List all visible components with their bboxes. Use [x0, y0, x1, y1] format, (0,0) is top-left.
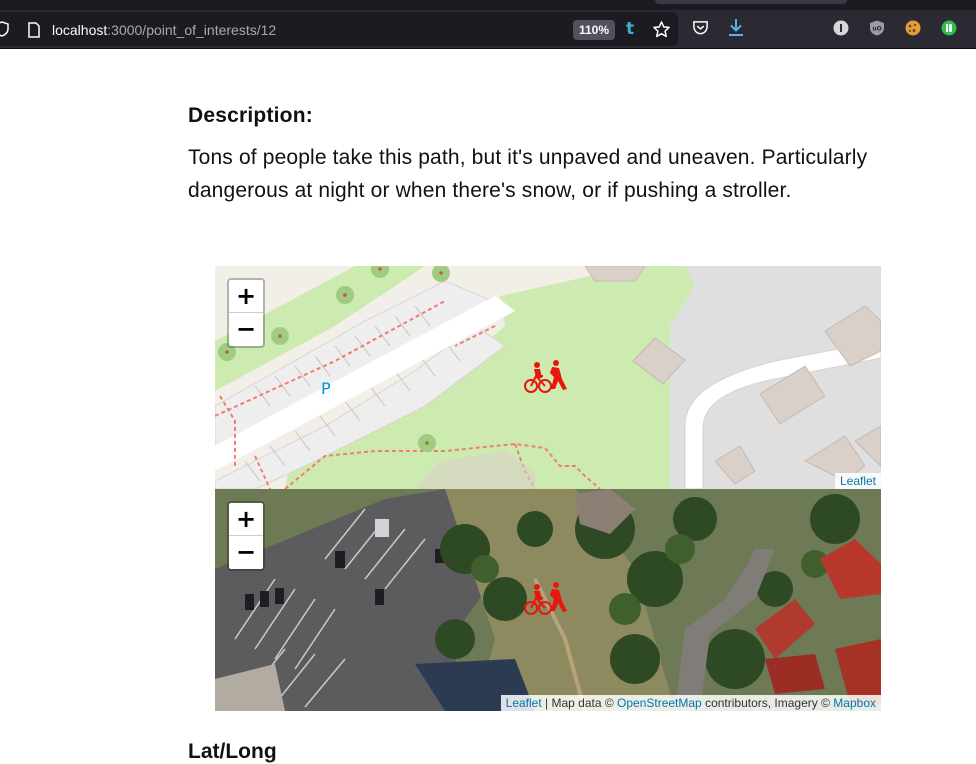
satellite-zoom-out-button[interactable]: −	[229, 536, 263, 568]
bookmark-star-icon[interactable]	[652, 20, 671, 39]
street-zoom-out-button[interactable]: −	[229, 313, 263, 345]
street-attribution: Leaflet	[834, 473, 881, 489]
url-text[interactable]: localhost:3000/point_of_interests/12	[52, 22, 276, 38]
zoom-level-badge[interactable]: 110%	[573, 20, 616, 40]
openstreetmap-link[interactable]: OpenStreetMap	[617, 696, 702, 710]
attribution-text-1: | Map data ©	[541, 696, 618, 710]
url-path: :3000/point_of_interests/12	[107, 22, 277, 38]
browser-toolbar: localhost:3000/point_of_interests/12 110…	[0, 10, 976, 49]
bicycle-pedestrian-icon[interactable]	[523, 581, 571, 617]
description-text: Tons of people take this path, but it's …	[188, 146, 868, 202]
satellite-attribution: Leaflet | Map data © OpenStreetMap contr…	[500, 695, 881, 711]
svg-text:uO: uO	[872, 26, 881, 33]
bicycle-pedestrian-icon[interactable]	[523, 359, 571, 395]
satellite-leaflet-link[interactable]: Leaflet	[506, 696, 542, 710]
url-host: localhost	[52, 22, 108, 38]
satellite-zoom-control: + −	[227, 501, 265, 571]
parking-label: P	[321, 379, 331, 398]
info-extension-icon[interactable]	[833, 20, 849, 36]
ublock-origin-icon[interactable]: uO	[869, 20, 885, 36]
attribution-text-2: contributors, Imagery ©	[701, 696, 834, 710]
pocket-icon[interactable]	[692, 19, 709, 36]
page-info-icon[interactable]	[27, 22, 41, 38]
tracking-shield-icon[interactable]	[0, 21, 10, 37]
download-icon[interactable]	[727, 18, 745, 37]
tab-strip	[0, 0, 976, 10]
cookie-extension-icon[interactable]	[905, 20, 921, 36]
active-tab-edge[interactable]	[655, 0, 847, 4]
mapbox-link[interactable]: Mapbox	[833, 696, 876, 710]
address-bar[interactable]: localhost:3000/point_of_interests/12 110…	[0, 12, 678, 46]
description-heading: Description:	[188, 104, 313, 127]
street-zoom-control: + −	[227, 278, 265, 348]
lat-long-heading: Lat/Long	[188, 740, 277, 763]
street-map[interactable]: + − P Leaflet	[215, 266, 881, 489]
satellite-zoom-in-button[interactable]: +	[229, 503, 263, 536]
street-leaflet-link[interactable]: Leaflet	[840, 474, 876, 488]
green-extension-icon[interactable]	[941, 20, 957, 36]
tumblr-share-icon[interactable]: t	[626, 19, 634, 39]
street-zoom-in-button[interactable]: +	[229, 280, 263, 313]
satellite-map[interactable]: + − Leaflet | Map data © OpenStreetMap c…	[215, 489, 881, 711]
